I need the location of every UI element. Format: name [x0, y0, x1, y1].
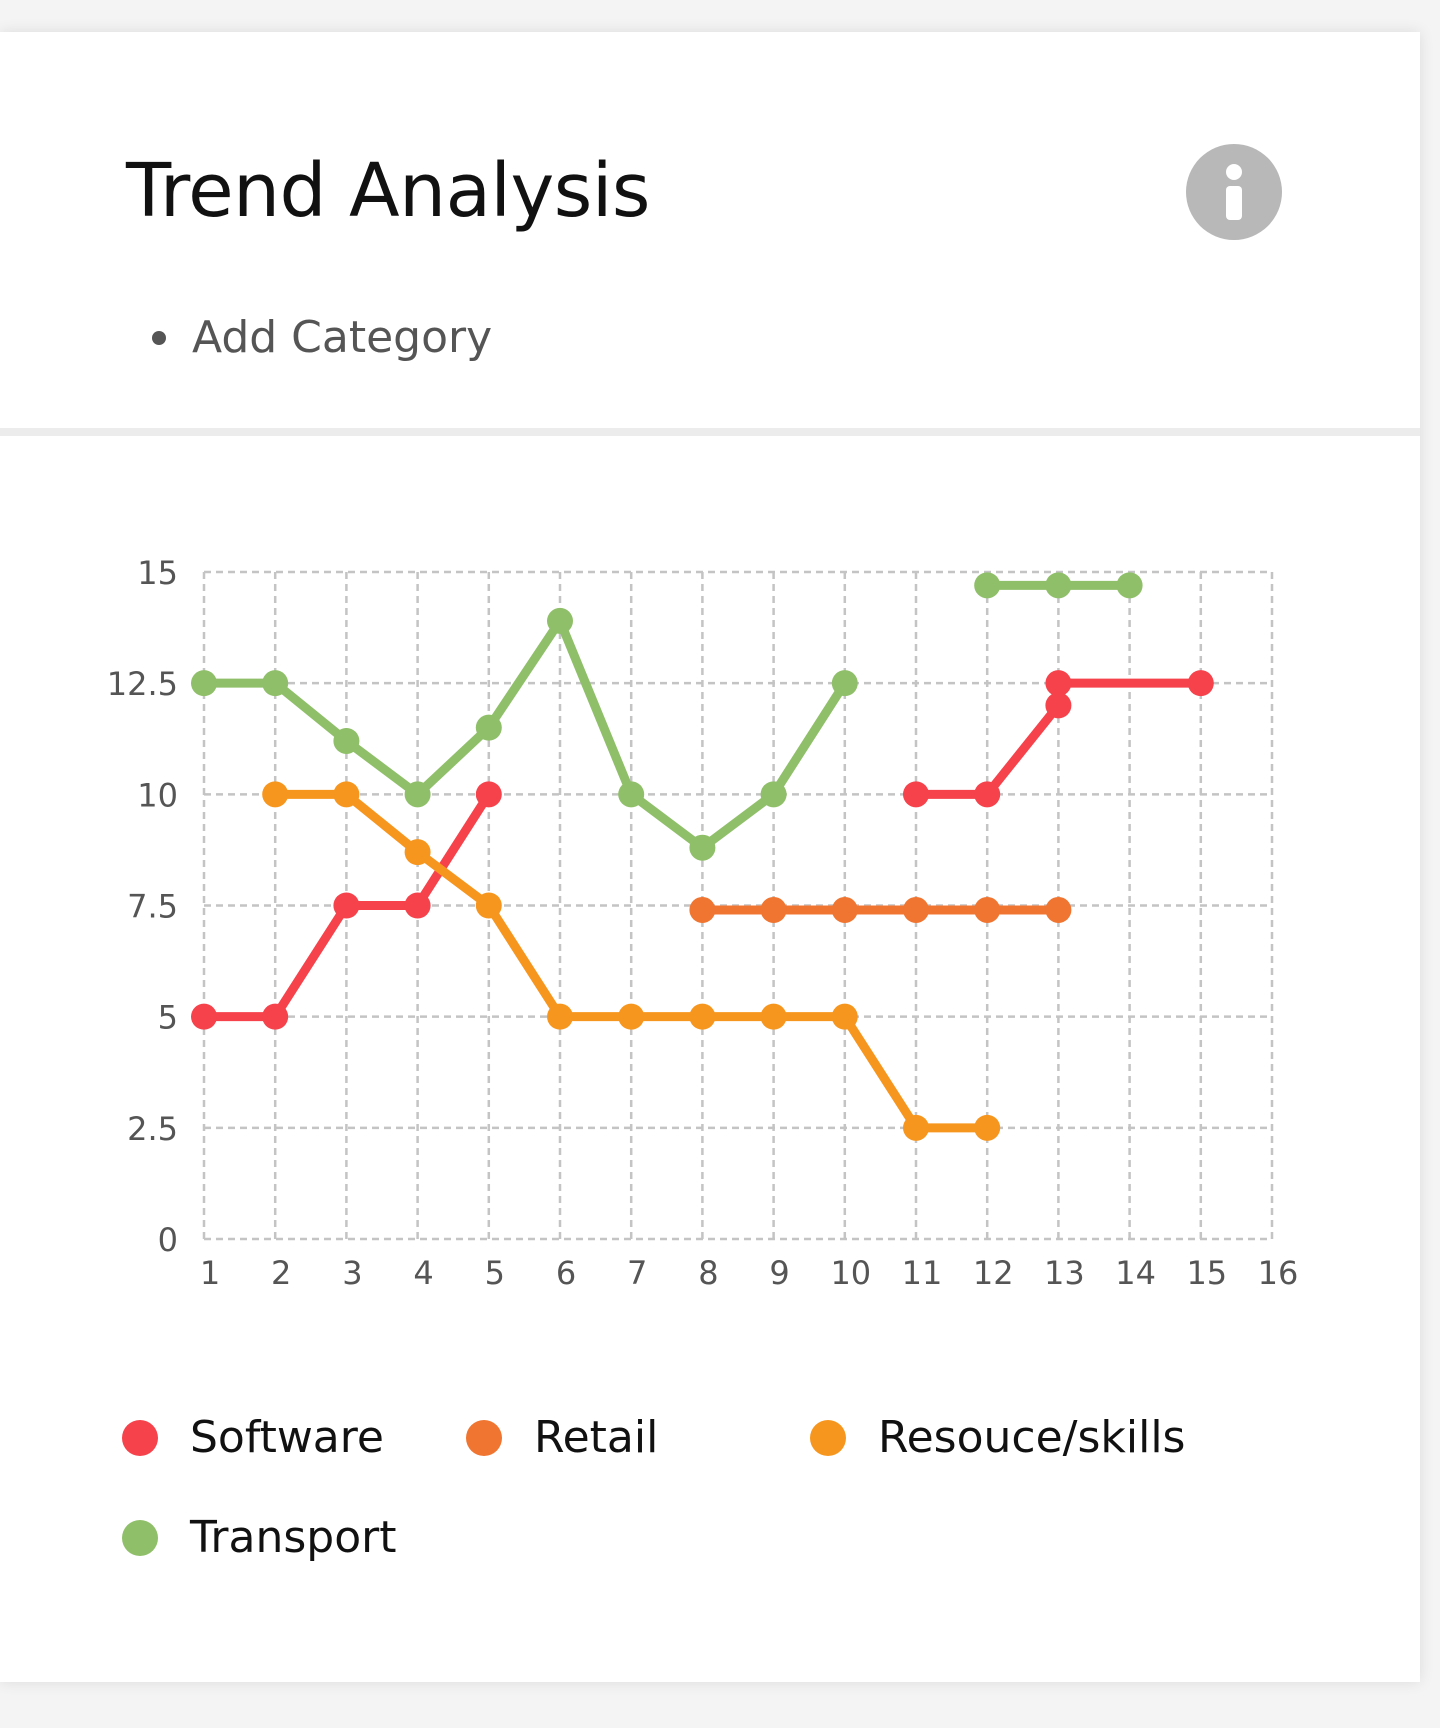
- x-tick-label: 1: [200, 1254, 220, 1292]
- data-point-transport: [262, 670, 289, 697]
- x-tick-label: 6: [556, 1254, 576, 1292]
- y-tick-label: 5: [158, 999, 178, 1037]
- y-tick-label: 10: [137, 776, 178, 814]
- legend-swatch: [810, 1419, 846, 1456]
- legend-item-transport[interactable]: Transport: [122, 1512, 396, 1563]
- data-point-transport: [1045, 572, 1072, 599]
- data-point-software: [475, 781, 502, 808]
- x-tick-label: 12: [973, 1254, 1014, 1292]
- data-point-transport: [974, 572, 1001, 599]
- data-point-resouce-skills: [547, 1003, 573, 1030]
- data-point-transport: [618, 781, 645, 808]
- data-point-retail: [831, 896, 858, 923]
- data-point-transport: [475, 714, 502, 741]
- legend-swatch: [466, 1419, 502, 1456]
- data-point-resouce-skills: [760, 1003, 787, 1030]
- x-tick-label: 7: [627, 1254, 647, 1292]
- y-tick-label: 0: [158, 1221, 178, 1259]
- data-point-transport: [1116, 572, 1143, 599]
- x-tick-label: 14: [1115, 1254, 1156, 1292]
- data-point-software: [262, 1003, 289, 1030]
- data-point-transport: [333, 727, 360, 754]
- x-tick-label: 4: [413, 1254, 433, 1292]
- x-tick-label: 10: [830, 1254, 871, 1292]
- x-tick-label: 13: [1044, 1254, 1085, 1292]
- x-tick-label: 3: [342, 1254, 362, 1292]
- data-point-software: [333, 892, 360, 919]
- legend-swatch: [122, 1419, 158, 1456]
- data-point-software: [191, 1003, 217, 1030]
- data-point-transport: [547, 607, 573, 634]
- data-point-retail: [1045, 896, 1072, 923]
- x-tick-label: 16: [1258, 1254, 1299, 1292]
- data-point-retail: [974, 896, 1001, 923]
- data-point-transport: [760, 781, 787, 808]
- legend-label: Retail: [534, 1412, 659, 1463]
- data-point-retail: [689, 896, 716, 923]
- y-tick-label: 7.5: [127, 888, 178, 926]
- x-tick-label: 11: [902, 1254, 943, 1292]
- data-point-retail: [903, 896, 929, 923]
- x-tick-label: 9: [769, 1254, 789, 1292]
- data-point-transport: [404, 781, 431, 808]
- data-point-software: [404, 892, 431, 919]
- data-point-retail: [760, 896, 787, 923]
- legend-item-retail[interactable]: Retail: [466, 1412, 658, 1463]
- legend-label: Resouce/skills: [878, 1412, 1186, 1463]
- trend-analysis-card: Trend Analysis Add Category 0 2.5 5 7.5 10 12…: [0, 32, 1420, 1682]
- legend-label: Software: [190, 1412, 384, 1463]
- legend-label: Transport: [190, 1512, 397, 1563]
- y-tick-label: 2.5: [127, 1110, 178, 1148]
- data-point-transport: [831, 670, 858, 697]
- data-point-software: [903, 781, 929, 808]
- data-point-resouce-skills: [333, 781, 360, 808]
- data-point-resouce-skills: [974, 1114, 1001, 1141]
- data-point-resouce-skills: [903, 1114, 929, 1141]
- data-point-resouce-skills: [831, 1003, 858, 1030]
- legend-item-resouce-skills[interactable]: Resouce/skills: [810, 1412, 1185, 1463]
- data-point-transport: [689, 834, 716, 861]
- y-tick-label: 15: [137, 554, 178, 592]
- data-point-resouce-skills: [689, 1003, 716, 1030]
- data-point-software: [1045, 692, 1072, 719]
- data-point-resouce-skills: [618, 1003, 645, 1030]
- trend-line-chart: 02.557.51012.5151 2 3 4 5 6 7 8 9 10 11 12 13 14 15 16: [107, 554, 1299, 1292]
- data-point-resouce-skills: [404, 839, 431, 866]
- x-tick-label: 8: [698, 1254, 718, 1292]
- x-tick-label: 2: [271, 1254, 291, 1292]
- series-line-transport: [199, 616, 850, 853]
- y-tick-label: 12.5: [107, 665, 178, 703]
- legend-swatch: [122, 1519, 158, 1556]
- data-point-software: [974, 781, 1001, 808]
- x-tick-label: 5: [485, 1254, 505, 1292]
- data-point-transport: [191, 670, 217, 697]
- data-point-resouce-skills: [262, 781, 289, 808]
- data-point-software: [1045, 670, 1072, 697]
- data-point-software: [1187, 670, 1214, 697]
- x-tick-label: 15: [1186, 1254, 1227, 1292]
- legend-item-software[interactable]: Software: [122, 1412, 384, 1463]
- data-point-resouce-skills: [475, 892, 502, 919]
